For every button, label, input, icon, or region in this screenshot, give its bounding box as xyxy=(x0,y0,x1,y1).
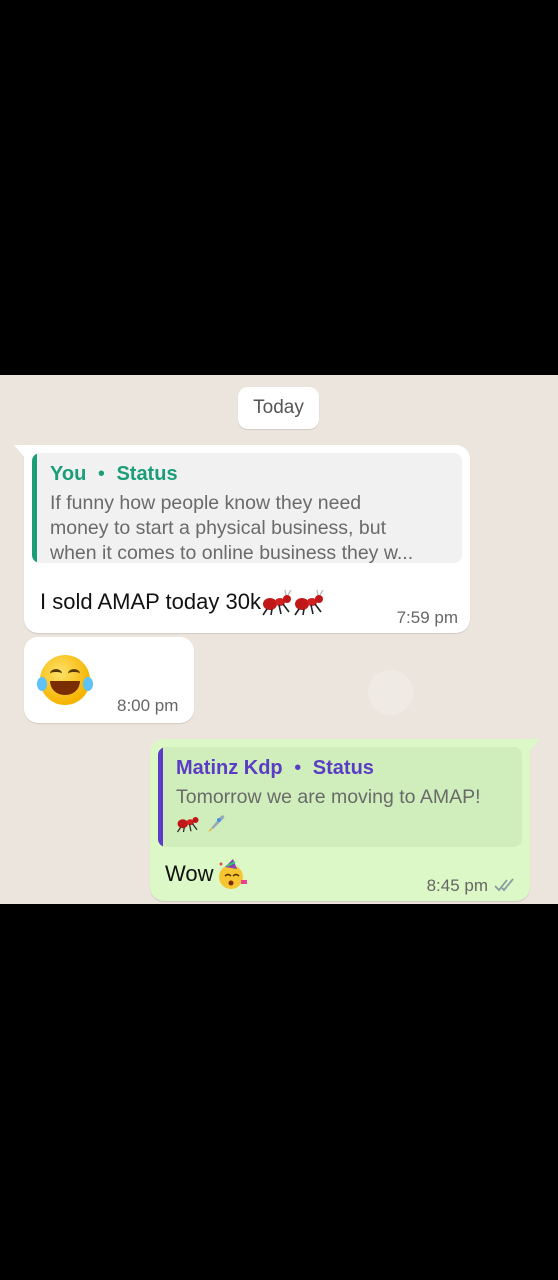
partying-face-emoji-icon xyxy=(218,859,247,889)
ant-emoji-icon xyxy=(177,816,199,833)
quote-source: Status xyxy=(116,463,178,485)
message-time: 7:59 pm xyxy=(396,608,458,627)
message-text: Wow xyxy=(165,860,214,886)
incoming-message-bubble[interactable]: You • Status If funny how people know th… xyxy=(14,445,470,633)
ant-emoji-icon xyxy=(262,590,292,616)
quote-accent-bar xyxy=(32,453,37,563)
quote-line: when it comes to online business they w.… xyxy=(50,542,414,563)
quote-sender: You xyxy=(50,463,87,485)
message-time: 8:00 pm xyxy=(117,696,179,715)
face-with-tears-of-joy-icon xyxy=(37,655,93,705)
message-time: 8:45 pm xyxy=(426,876,488,895)
incoming-message-bubble[interactable]: 8:00 pm xyxy=(24,637,194,723)
rocket-emoji-icon xyxy=(208,815,225,832)
quote-header: You • Status xyxy=(50,463,450,486)
quote-source: Status xyxy=(312,757,374,779)
double-check-icon xyxy=(494,878,514,892)
status-reply-quote[interactable]: Matinz Kdp • Status Tomorrow we are movi… xyxy=(158,747,522,847)
quote-header: Matinz Kdp • Status xyxy=(176,757,510,780)
ant-emoji-icon xyxy=(294,590,324,616)
quote-emoji-row xyxy=(176,810,510,834)
quote-line: money to start a physical business, but xyxy=(50,517,387,539)
quote-separator: • xyxy=(97,463,105,485)
quote-text: Tomorrow we are moving to AMAP! xyxy=(176,785,510,834)
quote-line: Tomorrow we are moving to AMAP! xyxy=(176,786,481,808)
outgoing-message-bubble[interactable]: Matinz Kdp • Status Tomorrow we are movi… xyxy=(150,739,540,901)
chat-area: Today You • Status If funny how people k… xyxy=(0,375,558,904)
quote-line: If funny how people know they need xyxy=(50,492,362,514)
message-text-row: Wow xyxy=(165,858,249,892)
quote-text: If funny how people know they need money… xyxy=(50,491,450,563)
quote-separator: • xyxy=(294,757,302,779)
date-label: Today xyxy=(253,397,304,418)
quote-accent-bar xyxy=(158,747,163,847)
message-text-row: I sold AMAP today 30k xyxy=(40,589,325,616)
quote-sender: Matinz Kdp xyxy=(176,757,283,779)
status-reply-quote[interactable]: You • Status If funny how people know th… xyxy=(32,453,462,563)
message-text: I sold AMAP today 30k xyxy=(40,589,261,614)
date-separator: Today xyxy=(238,387,319,429)
